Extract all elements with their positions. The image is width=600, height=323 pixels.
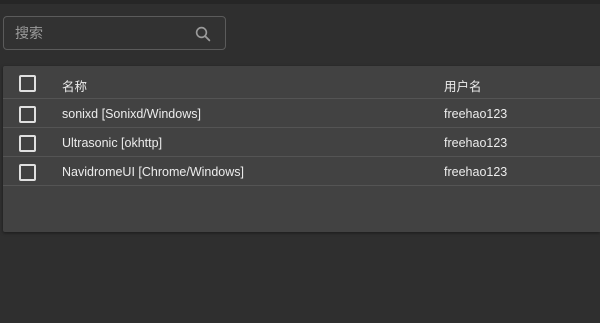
column-header-username[interactable]: 用户名 [444,76,482,95]
row-username: freehao123 [444,107,508,121]
row-checkbox[interactable] [19,106,36,123]
top-bar [0,0,600,4]
search-icon[interactable] [194,25,212,43]
row-username: freehao123 [444,136,508,150]
row-checkbox[interactable] [19,135,36,152]
table-header-row: 名称 用户名 [3,66,600,99]
page: 名称 用户名 sonixd [Sonixd/Windows] freehao12… [0,0,600,323]
sessions-table: 名称 用户名 sonixd [Sonixd/Windows] freehao12… [3,66,600,232]
row-checkbox[interactable] [19,164,36,181]
search-input[interactable] [4,17,184,49]
table-row[interactable]: sonixd [Sonixd/Windows] freehao123 [3,99,600,128]
row-name: NavidromeUI [Chrome/Windows] [62,165,244,179]
row-name: Ultrasonic [okhttp] [62,136,163,150]
row-username: freehao123 [444,165,508,179]
column-header-name[interactable]: 名称 [62,76,87,95]
row-name: sonixd [Sonixd/Windows] [62,107,201,121]
table-row[interactable]: Ultrasonic [okhttp] freehao123 [3,128,600,157]
search-box[interactable] [3,16,226,50]
table-row[interactable]: NavidromeUI [Chrome/Windows] freehao123 [3,157,600,186]
select-all-checkbox[interactable] [19,75,36,92]
